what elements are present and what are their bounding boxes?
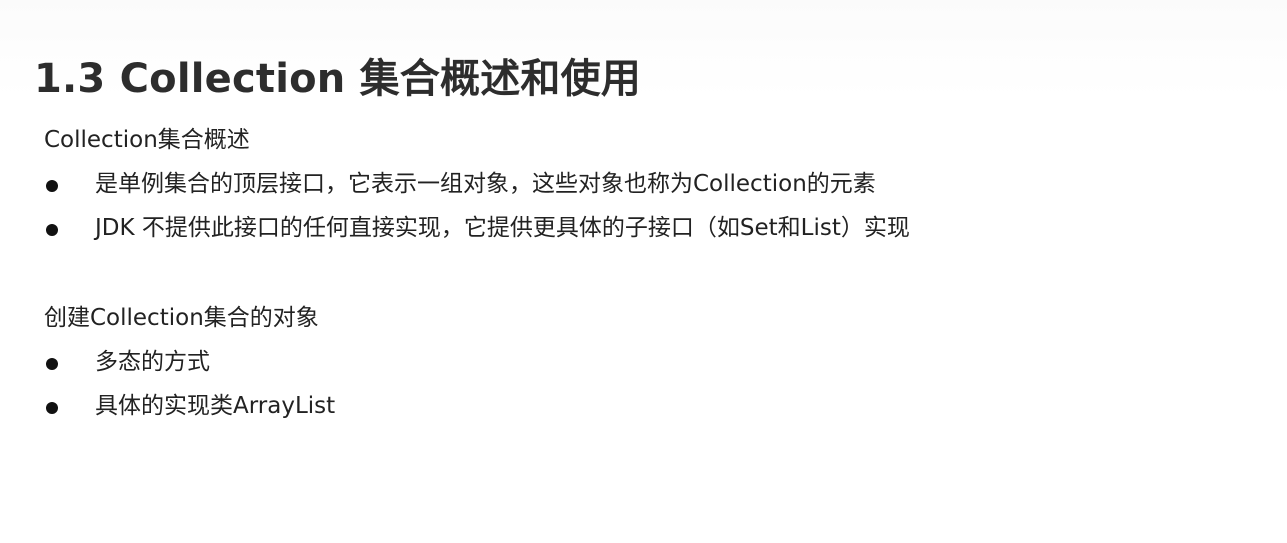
list-item: 是单例集合的顶层接口，它表示一组对象，这些对象也称为Collection的元素 bbox=[44, 156, 910, 200]
bullet-list: 多态的方式 具体的实现类ArrayList bbox=[44, 334, 335, 422]
bullet-text: 是单例集合的顶层接口，它表示一组对象，这些对象也称为Collection的元素 bbox=[95, 171, 876, 197]
bullet-dot-icon bbox=[46, 358, 58, 370]
section-create-collection: 创建Collection集合的对象 多态的方式 具体的实现类ArrayList bbox=[44, 302, 335, 422]
bullet-dot-icon bbox=[46, 402, 58, 414]
bullet-text: 多态的方式 bbox=[95, 349, 210, 375]
section-collection-overview: Collection集合概述 是单例集合的顶层接口，它表示一组对象，这些对象也称… bbox=[44, 124, 910, 244]
list-item: 具体的实现类ArrayList bbox=[44, 378, 335, 422]
slide-title: 1.3 Collection 集合概述和使用 bbox=[34, 56, 641, 102]
bullet-text: 具体的实现类ArrayList bbox=[95, 393, 336, 419]
bullet-dot-icon bbox=[46, 224, 58, 236]
bullet-list: 是单例集合的顶层接口，它表示一组对象，这些对象也称为Collection的元素 … bbox=[44, 156, 910, 244]
section-heading: Collection集合概述 bbox=[44, 127, 250, 153]
section-heading: 创建Collection集合的对象 bbox=[44, 305, 319, 331]
slide: 1.3 Collection 集合概述和使用 Collection集合概述 是单… bbox=[0, 0, 1287, 543]
bullet-text: JDK 不提供此接口的任何直接实现，它提供更具体的子接口（如Set和List）实… bbox=[95, 215, 910, 241]
list-item: 多态的方式 bbox=[44, 334, 335, 378]
bullet-dot-icon bbox=[46, 180, 58, 192]
list-item: JDK 不提供此接口的任何直接实现，它提供更具体的子接口（如Set和List）实… bbox=[44, 200, 910, 244]
